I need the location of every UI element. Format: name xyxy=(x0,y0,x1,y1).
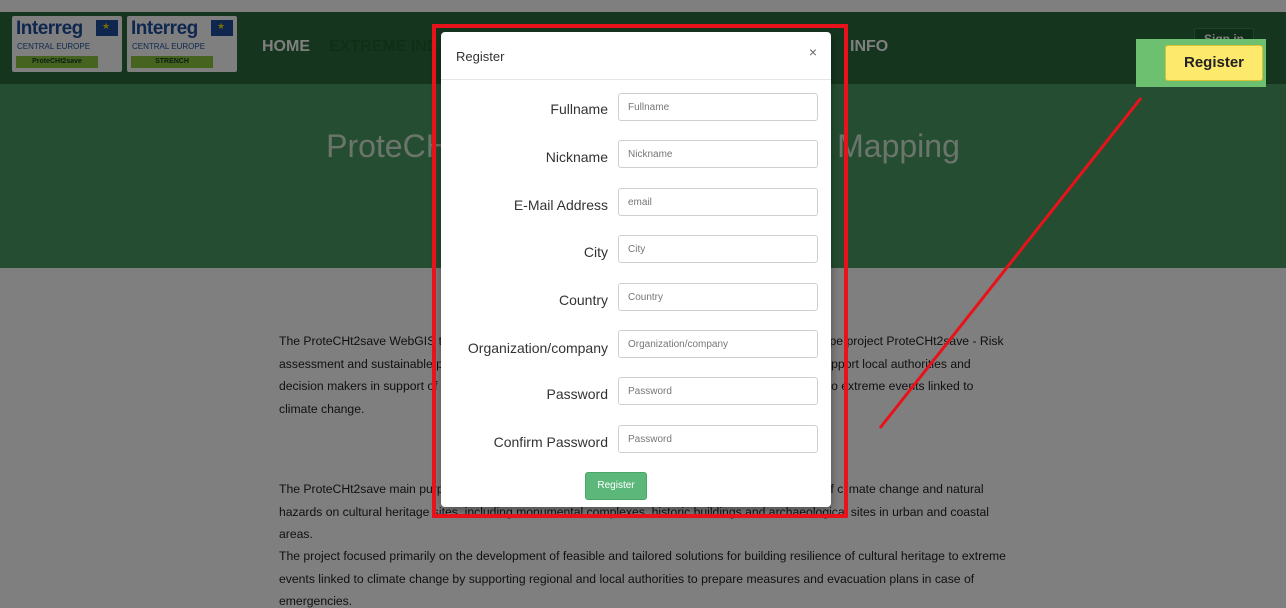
fullname-input[interactable] xyxy=(618,93,818,121)
register-button[interactable]: Register xyxy=(1165,45,1263,81)
organization-label: Organization/company xyxy=(467,340,608,356)
fullname-label: Fullname xyxy=(550,101,608,117)
email-label: E-Mail Address xyxy=(513,197,608,213)
nickname-input[interactable] xyxy=(618,140,818,168)
country-label: Country xyxy=(558,292,608,308)
close-icon[interactable]: × xyxy=(809,44,817,60)
nickname-label: Nickname xyxy=(545,149,608,165)
email-input[interactable] xyxy=(618,188,818,216)
register-submit-button[interactable]: Register xyxy=(585,472,647,500)
city-label: City xyxy=(583,244,608,260)
password-input[interactable] xyxy=(618,377,818,405)
city-input[interactable] xyxy=(618,235,818,263)
country-input[interactable] xyxy=(618,283,818,311)
modal-title: Register xyxy=(456,49,505,64)
confirm-password-input[interactable] xyxy=(618,425,818,453)
organization-input[interactable] xyxy=(618,330,818,358)
register-modal: Register × Fullname Nickname E-Mail Addr… xyxy=(441,32,831,507)
confirm-password-label: Confirm Password xyxy=(493,434,608,450)
password-label: Password xyxy=(546,386,608,402)
modal-header: Register × xyxy=(441,32,831,80)
